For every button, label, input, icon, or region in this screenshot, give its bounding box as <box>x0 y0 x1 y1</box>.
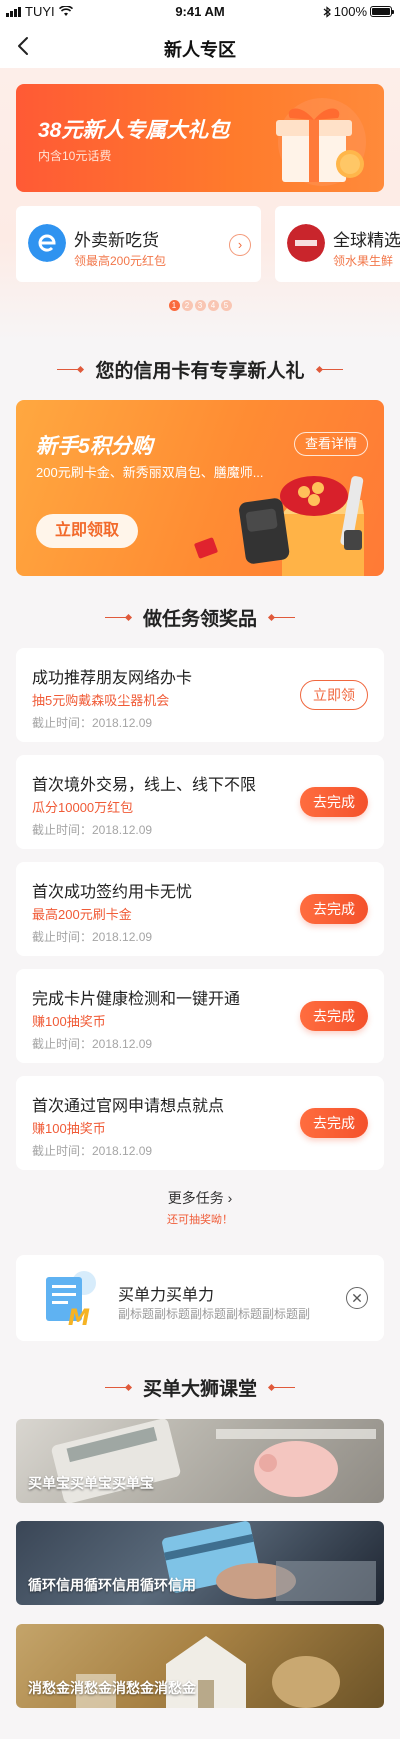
task-card: 首次境外交易，线上、线下不限 瓜分10000万红包 截止时间：2018.12.0… <box>16 755 384 849</box>
task-title: 首次成功签约用卡无忧 <box>32 884 193 901</box>
task-reward: 最高200元刷卡金 <box>32 907 132 922</box>
more-tasks-link[interactable]: 更多任务 › 还可抽奖呦！ <box>0 1188 400 1227</box>
course-card[interactable]: 买单宝买单宝买单宝 <box>16 1419 384 1503</box>
navigation-bar: 新人专区 <box>0 24 400 68</box>
carousel-dot[interactable]: 5 <box>220 300 232 311</box>
course-card[interactable]: 消愁金消愁金消愁金消愁金 <box>16 1624 384 1708</box>
ornament-right-icon <box>315 365 343 375</box>
more-tasks-hint: 还可抽奖呦！ <box>167 1214 233 1226</box>
go-complete-button[interactable]: 去完成 <box>300 894 368 924</box>
go-complete-button[interactable]: 去完成 <box>300 1108 368 1138</box>
task-deadline: 截止时间：2018.12.09 <box>32 930 153 944</box>
mini-card-title: 外卖新吃货 <box>74 231 159 250</box>
task-reward: 赚100抽奖币 <box>32 1121 106 1136</box>
task-card: 首次通过官网申请想点就点 赚100抽奖币 截止时间：2018.12.09 去完成 <box>16 1076 384 1170</box>
task-title: 完成卡片健康检测和一键开通 <box>32 991 241 1008</box>
course-card[interactable]: 循环信用循环信用循环信用 <box>16 1521 384 1605</box>
task-card: 首次成功签约用卡无忧 最高200元刷卡金 截止时间：2018.12.09 去完成 <box>16 862 384 956</box>
ornament-left-icon <box>104 1383 133 1393</box>
task-card: 成功推荐朋友网络办卡 抽5元购戴森吸尘器机会 截止时间：2018.12.09 立… <box>16 648 384 742</box>
section-header-course: 买单大狮课堂 <box>0 1374 400 1401</box>
battery-percent: 100% <box>333 4 367 19</box>
section-title: 买单大狮课堂 <box>142 1379 257 1400</box>
takeout-icon <box>28 224 66 262</box>
carousel-dot[interactable]: 2 <box>181 300 193 311</box>
task-title: 成功推荐朋友网络办卡 <box>32 670 193 687</box>
task-title: 首次通过官网申请想点就点 <box>32 1098 225 1115</box>
section-title: 您的信用卡有专享新人礼 <box>95 361 305 382</box>
view-details-button[interactable]: 查看详情 <box>293 432 368 456</box>
svg-text:M: M <box>68 1306 90 1329</box>
mini-card-subtitle: 领水果生鲜 <box>333 254 394 268</box>
bluetooth-icon <box>323 5 331 18</box>
close-icon[interactable] <box>346 1287 368 1309</box>
ornament-left-icon <box>57 365 85 375</box>
promo-title: 新手5积分购 <box>36 435 153 458</box>
ornament-right-icon <box>267 613 295 623</box>
task-reward: 瓜分10000万红包 <box>32 800 134 815</box>
promo-strip[interactable]: M 买单力买单力 副标题副标题副标题副标题副标题副 <box>16 1255 384 1341</box>
section-header-tasks: 做任务领奖品 <box>0 604 400 631</box>
carousel-indicator: 1 2 3 4 5 <box>0 300 400 311</box>
status-bar: TUYI 9:41 AM 100% <box>0 0 400 24</box>
battery-icon <box>370 6 394 17</box>
course-label: 买单宝买单宝买单宝 <box>28 1475 154 1491</box>
promo-strip-title: 买单力买单力 <box>118 1287 215 1304</box>
more-tasks-label[interactable]: 更多任务 › <box>168 1190 233 1206</box>
document-m-icon: M <box>46 1271 96 1329</box>
chevron-right-icon[interactable]: › <box>229 234 251 256</box>
course-label: 循环信用循环信用循环信用 <box>28 1577 196 1593</box>
promo-card[interactable]: 新手5积分购 200元刷卡金、新秀丽双肩包、膳魔师... 查看详情 立即领取 <box>16 400 384 576</box>
carousel-dot[interactable]: 1 <box>168 300 180 311</box>
section-header-credit: 您的信用卡有专享新人礼 <box>0 356 400 383</box>
section-title: 做任务领奖品 <box>142 609 257 630</box>
mini-card-subtitle: 领最高200元红包 <box>74 254 167 268</box>
mini-card-title: 全球精选 <box>333 231 400 250</box>
gift-box-illustration <box>276 98 366 186</box>
task-card: 完成卡片健康检测和一键开通 赚100抽奖币 截止时间：2018.12.09 去完… <box>16 969 384 1063</box>
task-deadline: 截止时间：2018.12.09 <box>32 823 153 837</box>
mini-card-takeout[interactable]: 外卖新吃货 领最高200元红包 › <box>16 206 261 282</box>
status-right: 100% <box>323 4 394 19</box>
bank-logo-icon <box>287 224 325 262</box>
task-reward: 抽5元购戴森吸尘器机会 <box>32 693 170 708</box>
course-label: 消愁金消愁金消愁金消愁金 <box>28 1680 196 1696</box>
carousel-dot[interactable]: 4 <box>207 300 219 311</box>
hero-banner[interactable]: 38元新人专属大礼包 内含10元话费 <box>16 84 384 192</box>
mini-card-global[interactable]: 全球精选 领水果生鲜 <box>275 206 400 282</box>
go-complete-button[interactable]: 去完成 <box>300 1001 368 1031</box>
carousel-dot[interactable]: 3 <box>194 300 206 311</box>
page-title: 新人专区 <box>164 40 236 60</box>
ornament-right-icon <box>267 1383 295 1393</box>
claim-button[interactable]: 立即领 <box>300 680 368 710</box>
task-title: 首次境外交易，线上、线下不限 <box>32 777 257 794</box>
task-deadline: 截止时间：2018.12.09 <box>32 716 153 730</box>
claim-now-button[interactable]: 立即领取 <box>36 514 138 548</box>
prize-illustration <box>194 476 364 576</box>
task-reward: 赚100抽奖币 <box>32 1014 106 1029</box>
hero-subtitle: 内含10元话费 <box>38 149 112 163</box>
promo-strip-subtitle: 副标题副标题副标题副标题副标题副 <box>118 1307 311 1321</box>
task-deadline: 截止时间：2018.12.09 <box>32 1144 153 1158</box>
hero-title: 38元新人专属大礼包 <box>38 119 230 142</box>
ornament-left-icon <box>104 613 133 623</box>
go-complete-button[interactable]: 去完成 <box>300 787 368 817</box>
task-deadline: 截止时间：2018.12.09 <box>32 1037 153 1051</box>
